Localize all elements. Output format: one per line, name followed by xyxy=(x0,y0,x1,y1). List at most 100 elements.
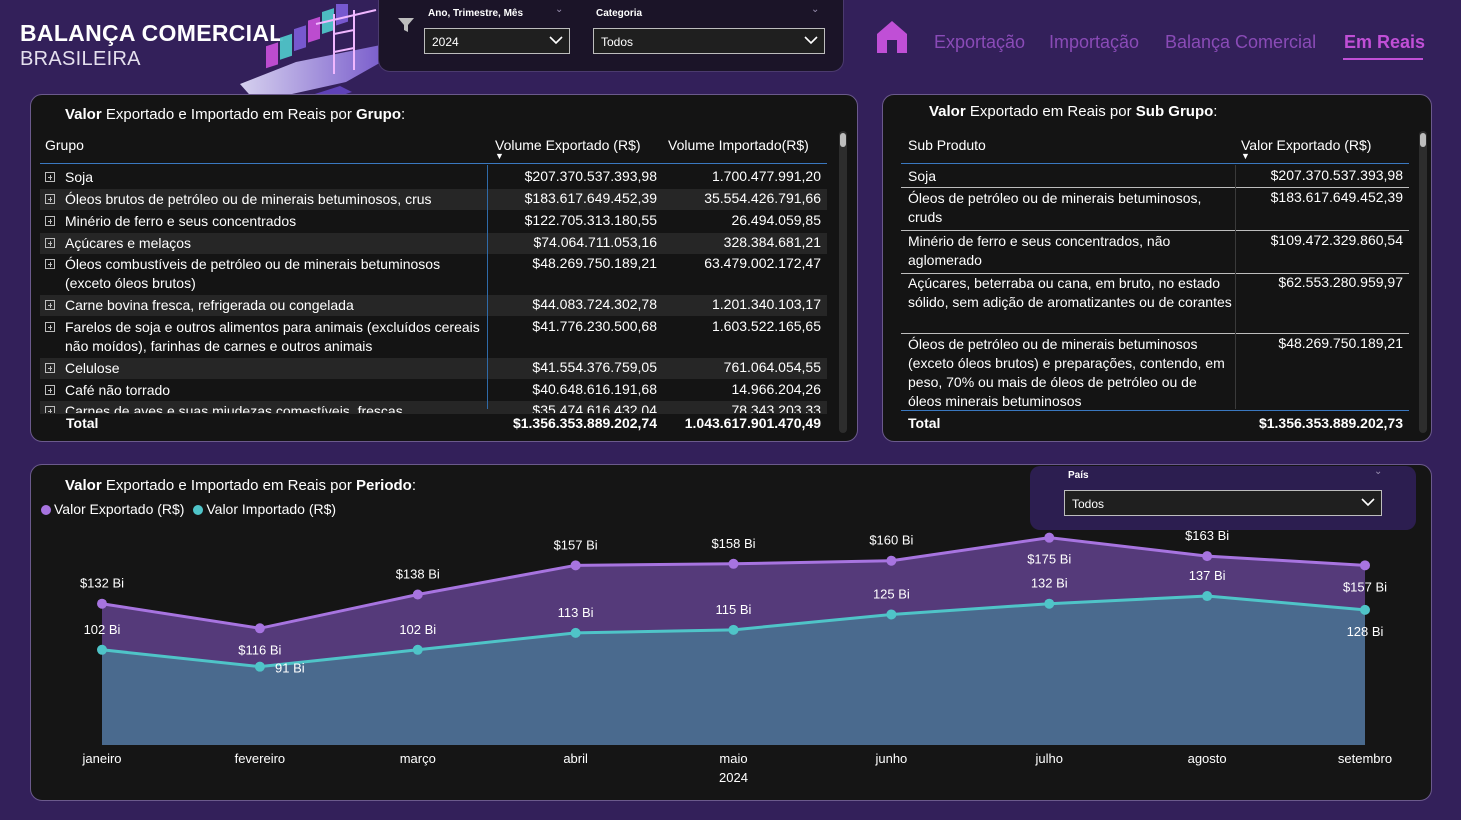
expand-icon[interactable] xyxy=(45,194,55,204)
legend-export-marker xyxy=(41,505,51,515)
col-header-sub-produto[interactable]: Sub Produto xyxy=(908,137,986,153)
subgroup-table-card: Valor Exportado em Reais por Sub Grupo: … xyxy=(882,94,1432,442)
cell-volume-importado: 14.966.204,26 xyxy=(731,381,821,397)
period-select[interactable]: 2024 xyxy=(424,28,570,54)
chart-legend: Valor Exportado (R$) Valor Importado (R$… xyxy=(41,501,336,517)
cell-volume-importado: 26.494.059,85 xyxy=(731,212,821,228)
cell-volume-exportado: $183.617.649.452,39 xyxy=(524,190,657,206)
cargo-ship-illustration xyxy=(240,4,392,106)
legend-import-marker xyxy=(193,505,204,515)
col-header-volume-importado[interactable]: Volume Importado(R$) xyxy=(668,137,809,153)
scroll-thumb[interactable] xyxy=(1420,133,1426,147)
table-row[interactable]: Carne bovina fresca, refrigerada ou cong… xyxy=(31,295,831,315)
cell-volume-importado: 78.343.203,33 xyxy=(731,402,821,413)
group-table-scrollbar[interactable] xyxy=(839,131,847,433)
scroll-thumb[interactable] xyxy=(840,133,846,147)
chevron-down-icon[interactable]: ⌄ xyxy=(811,4,819,15)
sort-desc-icon: ▼ xyxy=(495,151,504,161)
nav-importacao[interactable]: Importação xyxy=(1049,32,1139,53)
period-slicer-label: Ano, Trimestre, Mês xyxy=(428,8,524,19)
table-row[interactable]: Café não torrado $40.648.616.191,68 14.966… xyxy=(31,380,831,400)
cell-volume-exportado: $41.554.376.759,05 xyxy=(532,359,657,375)
expand-icon[interactable] xyxy=(45,216,55,226)
cell-volume-exportado: $35.474.616.432,04 xyxy=(532,402,657,413)
expand-icon[interactable] xyxy=(45,406,55,413)
cell-grupo: Soja xyxy=(65,169,94,185)
table-row[interactable]: Óleos combustíveis de petróleo ou de min… xyxy=(31,254,831,293)
cell-volume-exportado: $122.705.313.180,55 xyxy=(524,212,657,228)
expand-icon[interactable] xyxy=(45,172,55,182)
cell-volume-exportado: $41.776.230.500,68 xyxy=(532,318,657,334)
table-row[interactable]: Óleos de petróleo ou de minerais betumin… xyxy=(883,335,1413,411)
table-row[interactable]: Óleos de petróleo ou de minerais betumin… xyxy=(883,189,1413,229)
col-header-grupo[interactable]: Grupo xyxy=(45,137,84,153)
cell-volume-importado: 35.554.426.791,66 xyxy=(704,190,821,206)
expand-icon[interactable] xyxy=(45,238,55,248)
legend-import[interactable]: Valor Importado (R$) xyxy=(193,501,336,517)
nav-balanca-comercial[interactable]: Balança Comercial xyxy=(1165,32,1316,53)
cell-grupo: Carnes de aves e suas miudezas comestíve… xyxy=(65,403,403,413)
chevron-down-icon[interactable]: ⌄ xyxy=(555,4,563,15)
cell-valor-exportado: $183.617.649.452,39 xyxy=(1270,189,1403,205)
table-row[interactable]: Carnes de aves e suas miudezas comestíve… xyxy=(31,401,831,413)
table-row[interactable]: Açúcares, beterraba ou cana, em bruto, n… xyxy=(883,274,1413,332)
nav-em-reais[interactable]: Em Reais xyxy=(1344,32,1425,53)
chevron-down-icon xyxy=(549,36,563,45)
cell-grupo: Celulose xyxy=(65,360,120,376)
nav-active-underline xyxy=(1343,58,1423,60)
cell-grupo: Carne bovina fresca, refrigerada ou cong… xyxy=(65,297,354,313)
total-label: Total xyxy=(66,415,99,431)
table-row[interactable]: Soja $207.370.537.393,98 1.700.477.991,20 xyxy=(31,167,831,187)
table-row[interactable]: Minério de ferro e seus concentrados $122… xyxy=(31,211,831,231)
cell-grupo: Minério de ferro e seus concentrados xyxy=(65,213,297,229)
legend-export[interactable]: Valor Exportado (R$) xyxy=(41,501,184,517)
cell-valor-exportado: $109.472.329.860,54 xyxy=(1270,232,1403,248)
expand-icon[interactable] xyxy=(45,322,55,332)
filter-icon[interactable] xyxy=(397,16,415,34)
total-exported: $1.356.353.889.202,73 xyxy=(1258,415,1403,431)
sort-desc-icon: ▼ xyxy=(1241,151,1250,161)
period-chart-title: Valor Exportado e Importado em Reais por… xyxy=(65,477,416,494)
cell-sub-produto: Óleos de petróleo ou de minerais betumin… xyxy=(908,336,1225,409)
nav-exportacao[interactable]: Exportação xyxy=(934,32,1025,53)
cell-valor-exportado: $207.370.537.393,98 xyxy=(1270,167,1403,183)
expand-icon[interactable] xyxy=(45,363,55,373)
subgroup-table-title: Valor Exportado em Reais por Sub Grupo: xyxy=(929,103,1218,120)
table-row[interactable]: Farelos de soja e outros alimentos para … xyxy=(31,317,831,356)
subgroup-table-scrollbar[interactable] xyxy=(1419,131,1427,433)
chevron-down-icon xyxy=(1361,498,1375,507)
expand-icon[interactable] xyxy=(45,300,55,310)
table-row[interactable]: Açúcares e melaços $74.064.711.053,16 328.… xyxy=(31,233,831,253)
group-table-card: Valor Exportado e Importado em Reais por… xyxy=(30,94,858,442)
chevron-down-icon[interactable]: ⌄ xyxy=(1374,466,1382,477)
row-divider xyxy=(901,333,1409,334)
cell-grupo: Óleos brutos de petróleo ou de minerais … xyxy=(65,191,432,207)
country-filter-panel: País ⌄ Todos xyxy=(1030,466,1416,530)
col-header-volume-exportado[interactable]: Volume Exportado (R$) xyxy=(495,137,641,153)
category-select[interactable]: Todos xyxy=(593,28,825,54)
cell-grupo: Café não torrado xyxy=(65,382,171,398)
col-header-valor-exportado[interactable]: Valor Exportado (R$) xyxy=(1241,137,1371,153)
header-divider xyxy=(901,163,1409,164)
table-row[interactable]: Celulose $41.554.376.759,05 761.064.054,55 xyxy=(31,358,831,378)
cell-grupo: Açúcares e melaços xyxy=(65,235,192,251)
header-divider xyxy=(40,163,827,164)
cell-valor-exportado: $48.269.750.189,21 xyxy=(1278,335,1403,351)
table-row[interactable]: Minério de ferro e seus concentrados, nã… xyxy=(883,232,1413,272)
expand-icon[interactable] xyxy=(45,259,55,269)
cell-volume-importado: 328.384.681,21 xyxy=(723,234,821,250)
cell-grupo: Óleos combustíveis de petróleo ou de min… xyxy=(65,256,441,291)
table-row[interactable]: Soja $207.370.537.393,98 xyxy=(883,167,1413,186)
filter-panel: Ano, Trimestre, Mês ⌄ 2024 Categoria ⌄ T… xyxy=(378,0,844,72)
total-imported: 1.043.617.901.470,49 xyxy=(684,415,821,431)
period-select-value: 2024 xyxy=(432,35,459,49)
cell-grupo: Farelos de soja e outros alimentos para … xyxy=(65,319,480,354)
cell-volume-exportado: $74.064.711.053,16 xyxy=(533,234,657,250)
expand-icon[interactable] xyxy=(45,385,55,395)
group-table-title: Valor Exportado e Importado em Reais por… xyxy=(65,106,406,123)
country-select[interactable]: Todos xyxy=(1064,490,1382,516)
cell-volume-exportado: $48.269.750.189,21 xyxy=(532,255,657,271)
country-select-value: Todos xyxy=(1072,497,1105,511)
table-row[interactable]: Óleos brutos de petróleo ou de minerais … xyxy=(31,189,831,209)
home-icon[interactable] xyxy=(876,20,908,54)
